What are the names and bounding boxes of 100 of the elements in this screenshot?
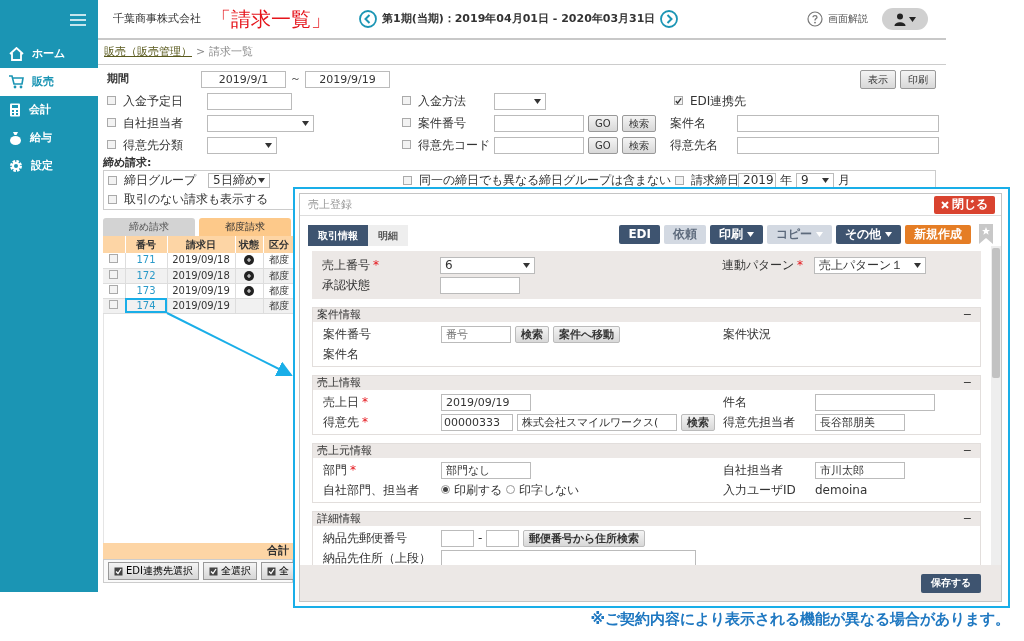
select-field[interactable]	[207, 114, 314, 132]
checkbox[interactable]	[108, 176, 117, 185]
breadcrumb-link[interactable]: 販売（販売管理）	[104, 45, 192, 59]
checkbox[interactable]	[675, 176, 684, 185]
previous-icon[interactable]	[359, 10, 377, 28]
input-field[interactable]	[207, 92, 292, 110]
field-label: 得意先担当者	[723, 414, 795, 430]
input-field[interactable]: 番号	[441, 325, 511, 343]
input-field[interactable]	[737, 136, 939, 154]
select-field[interactable]: 売上パターン１	[814, 256, 926, 274]
input-field[interactable]	[440, 276, 520, 294]
home-icon	[9, 47, 24, 61]
action-button[interactable]: 検索	[515, 325, 549, 343]
checkbox[interactable]	[109, 254, 119, 264]
input-field[interactable]	[486, 529, 520, 547]
required-mark: *	[362, 394, 368, 410]
radio-button[interactable]	[506, 485, 515, 495]
tab[interactable]: 締め請求	[103, 218, 195, 236]
input-field[interactable]	[494, 136, 584, 154]
select-field[interactable]: 6	[440, 256, 535, 274]
next-icon[interactable]	[660, 10, 679, 28]
action-button[interactable]: GO	[588, 136, 618, 154]
input-field[interactable]	[737, 114, 939, 132]
action-button[interactable]: 検索	[681, 413, 715, 431]
input-field[interactable]: 部門なし	[441, 461, 531, 479]
save-button[interactable]: 保存する	[921, 573, 981, 593]
action-button[interactable]: 全選択	[202, 562, 257, 580]
checkbox[interactable]	[402, 118, 411, 128]
tab[interactable]: 明細	[368, 225, 408, 246]
caret-icon	[523, 262, 530, 268]
checkbox[interactable]	[402, 96, 411, 106]
input-field[interactable]	[815, 393, 935, 411]
checkbox[interactable]	[109, 269, 119, 279]
checkbox[interactable]	[403, 176, 412, 185]
checkbox[interactable]	[108, 195, 117, 204]
bookmark-icon[interactable]	[979, 224, 993, 244]
checkbox[interactable]	[674, 96, 683, 106]
sidebar-item[interactable]: 給与	[0, 124, 98, 152]
action-button[interactable]: 表示	[860, 69, 896, 89]
action-button[interactable]: GO	[588, 114, 618, 132]
input-field[interactable]	[441, 529, 474, 547]
user-menu-button[interactable]	[882, 8, 928, 30]
input-field[interactable]: 2019/09/19	[441, 393, 531, 411]
select-field[interactable]	[494, 92, 546, 110]
field-label: 件名	[723, 394, 747, 410]
input-field[interactable]: 00000333	[441, 413, 513, 431]
input-field[interactable]: 長谷部朋美	[815, 413, 905, 431]
scrollbar-thumb[interactable]	[992, 248, 1000, 378]
action-button[interactable]: 検索	[621, 114, 656, 132]
checkbox-icon	[208, 566, 218, 576]
help-link[interactable]: 画面解説	[828, 13, 868, 25]
action-button[interactable]: 郵便番号から住所検索	[523, 529, 646, 547]
section-title: 売上情報	[317, 376, 361, 390]
action-button[interactable]: 全	[260, 562, 293, 580]
select-field[interactable]	[207, 136, 277, 154]
section-title: 詳細情報	[317, 512, 361, 526]
checkbox[interactable]	[107, 140, 116, 150]
field-label: 納品先住所（上段）	[323, 550, 431, 565]
collapse-toggle[interactable]: −	[962, 376, 972, 390]
action-button[interactable]: 検索	[621, 136, 656, 154]
sidebar-item[interactable]: 会計	[0, 96, 98, 124]
dialog-title: 売上登録	[308, 197, 352, 212]
field-label: 得意先	[323, 414, 359, 430]
disclaimer-note: ※ご契約内容により表示される機能が異なる場合があります。	[589, 610, 1011, 628]
collapse-toggle[interactable]: −	[962, 444, 972, 458]
help-icon[interactable]	[807, 11, 823, 27]
tab[interactable]: 取引情報	[308, 225, 368, 246]
input-field[interactable]: 2019/9/19	[305, 70, 390, 88]
scrollbar[interactable]	[991, 246, 1001, 565]
sidebar-item[interactable]: ホーム	[0, 40, 98, 68]
sidebar-item[interactable]: 販売	[0, 68, 98, 96]
input-field[interactable]: 市川太郎	[815, 461, 905, 479]
tab[interactable]: 都度請求	[199, 218, 291, 236]
checkbox[interactable]	[402, 140, 411, 150]
toolbar-button[interactable]: EDI	[619, 224, 660, 244]
checkbox[interactable]	[109, 299, 119, 309]
menu-icon[interactable]	[70, 14, 86, 26]
sidebar-item[interactable]: 設定	[0, 152, 98, 180]
action-button[interactable]: 案件へ移動	[553, 325, 620, 343]
collapse-toggle[interactable]: −	[962, 308, 972, 322]
toolbar-button[interactable]: 印刷	[710, 224, 763, 244]
action-button[interactable]: 印刷	[900, 69, 936, 89]
checkbox[interactable]	[107, 118, 116, 128]
action-button[interactable]: EDI連携先選択	[108, 562, 199, 580]
field-label: 案件名	[323, 346, 359, 362]
input-field[interactable]: 株式会社スマイルワークス(	[517, 413, 677, 431]
radio-button[interactable]	[441, 485, 450, 495]
caret-icon	[265, 142, 272, 148]
select-field[interactable]: 5日締め	[208, 173, 270, 188]
checkbox[interactable]	[107, 96, 116, 106]
close-button[interactable]: 閉じる	[934, 195, 995, 214]
required-mark: *	[350, 462, 356, 478]
input-field[interactable]	[494, 114, 584, 132]
section-title: 売上元情報	[317, 444, 372, 458]
input-field[interactable]	[441, 549, 696, 565]
calculator-icon	[9, 103, 21, 117]
checkbox[interactable]	[109, 284, 119, 294]
collapse-toggle[interactable]: −	[962, 512, 972, 526]
toolbar-button[interactable]: その他	[836, 224, 901, 244]
input-field[interactable]: 2019/9/1	[201, 70, 286, 88]
